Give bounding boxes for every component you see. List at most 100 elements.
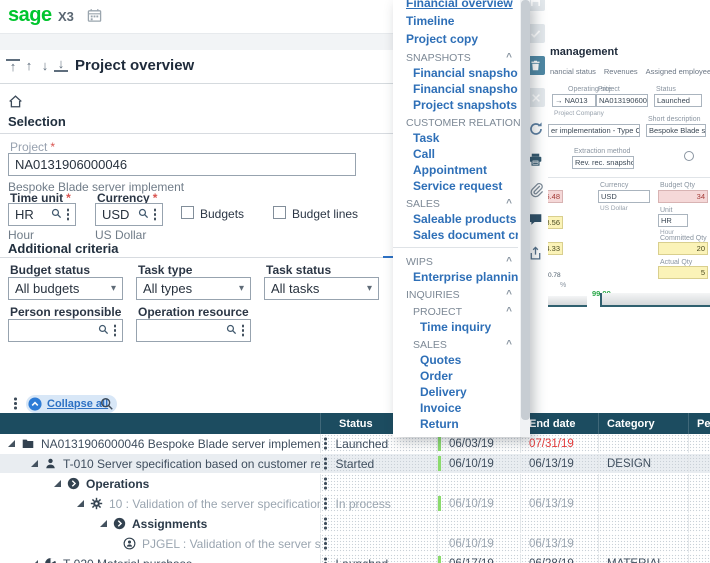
- menu-item-label: Call: [413, 147, 436, 161]
- menu-item-label: PROJECT: [413, 306, 463, 318]
- grid-menu-icon[interactable]: [14, 402, 17, 405]
- table-row[interactable]: Assignments: [0, 514, 710, 533]
- project-management-panel: management nancial status Revenues Assigne…: [543, 0, 710, 312]
- menu-section-project[interactable]: PROJECT ^: [393, 302, 518, 319]
- menu-item-project-copy[interactable]: Project copy: [393, 30, 518, 48]
- expander-icon[interactable]: [54, 480, 61, 487]
- end-date-cell: 06/28/19: [520, 554, 598, 563]
- row-menu-icon[interactable]: [324, 462, 327, 465]
- task-type-select[interactable]: All types ▾: [136, 277, 251, 300]
- field-menu-icon[interactable]: [241, 329, 244, 332]
- table-row[interactable]: NA0131906000046 Bespoke Blade server imp…: [0, 434, 710, 453]
- task-status-select[interactable]: All tasks ▾: [264, 277, 379, 300]
- table-row[interactable]: T-010 Server specification based on cust…: [0, 454, 710, 473]
- menu-item-order[interactable]: Order: [393, 368, 518, 384]
- menu-item-timeline[interactable]: Timeline: [393, 12, 518, 30]
- panel-tab[interactable]: Assigned employees: [646, 67, 710, 76]
- menu-item-label: Time inquiry: [420, 320, 492, 334]
- panel-tab[interactable]: nancial status: [550, 67, 596, 76]
- extraction-method-input[interactable]: Rev. rec. snapshot: [572, 156, 634, 169]
- time-unit-input[interactable]: HR: [8, 203, 76, 226]
- menu-item-financial-overview[interactable]: Financial overview: [393, 0, 518, 12]
- collapse-all-link[interactable]: Collapse all: [47, 398, 108, 410]
- expander-icon[interactable]: [31, 460, 38, 467]
- field-menu-icon[interactable]: [113, 329, 116, 332]
- status-label: In process: [335, 496, 391, 511]
- column-header-end-date[interactable]: End date: [520, 413, 598, 434]
- short-description-input[interactable]: Bespoke Blade server - T: [646, 124, 706, 137]
- field-menu-icon[interactable]: [153, 213, 156, 216]
- menu-item-sales-document-creation[interactable]: Sales document creation: [393, 227, 518, 243]
- menu-section-sales[interactable]: SALES ^: [393, 335, 518, 352]
- menu-item-project-snapshots[interactable]: Project snapshots: [393, 97, 518, 113]
- first-record-icon[interactable]: ↑: [6, 59, 20, 73]
- panel-status-input[interactable]: Launched: [654, 94, 702, 107]
- menu-section-inquiries[interactable]: INQUIRIES ^: [393, 285, 518, 302]
- description-input[interactable]: er implementation - Type C -: [548, 124, 640, 137]
- row-menu-icon[interactable]: [324, 522, 327, 525]
- menu-item-delivery[interactable]: Delivery: [393, 384, 518, 400]
- row-menu-icon[interactable]: [324, 482, 327, 485]
- menu-section-customer-relation[interactable]: CUSTOMER RELATION^: [393, 113, 526, 130]
- radio-button[interactable]: [684, 151, 694, 161]
- menu-section-wips[interactable]: WIPS ^: [393, 252, 518, 269]
- menu-item-enterprise-planning[interactable]: Enterprise planning: [393, 269, 518, 285]
- row-menu-icon[interactable]: [324, 502, 327, 505]
- menu-item-time-inquiry[interactable]: Time inquiry: [393, 319, 518, 335]
- expander-icon[interactable]: [100, 520, 107, 527]
- search-icon[interactable]: [138, 207, 149, 222]
- operation-resource-input[interactable]: [136, 319, 251, 342]
- operating-site-input[interactable]: → NA013: [552, 94, 596, 107]
- row-menu-icon[interactable]: [324, 442, 327, 445]
- menu-section-snapshots[interactable]: SNAPSHOTS ^: [393, 48, 518, 65]
- table-row[interactable]: T-020 Material purchase Launched 06/17/19 0…: [0, 554, 710, 563]
- column-header-pe[interactable]: Pe: [688, 413, 710, 434]
- budget-lines-checkbox[interactable]: [273, 206, 286, 219]
- panel-currency-input[interactable]: USD: [598, 190, 650, 203]
- menu-item-label: Appointment: [413, 163, 487, 177]
- search-icon[interactable]: [226, 323, 237, 338]
- menu-item-financial-snapshots[interactable]: Financial snapshots: [393, 65, 518, 81]
- home-icon[interactable]: [8, 94, 23, 109]
- previous-record-icon[interactable]: ↑: [22, 58, 36, 73]
- menu-item-invoice[interactable]: Invoice: [393, 400, 518, 416]
- menu-scrollbar-thumb[interactable]: [520, 0, 530, 420]
- menu-item-service-request[interactable]: Service request: [393, 178, 518, 194]
- calendar-icon[interactable]: [87, 8, 102, 23]
- next-record-icon[interactable]: ↓: [38, 58, 52, 73]
- row-menu-icon[interactable]: [324, 542, 327, 545]
- project-input[interactable]: NA0131906000046: [8, 153, 356, 176]
- expander-icon[interactable]: [8, 440, 15, 447]
- unit-input[interactable]: HR: [658, 214, 688, 227]
- menu-item-saleable-products[interactable]: Saleable products: [393, 211, 518, 227]
- menu-item-financial-snapshot-co[interactable]: Financial snapshot co...: [393, 81, 518, 97]
- expander-icon[interactable]: [77, 500, 84, 507]
- table-row[interactable]: PJGEL : Validation of the server specifi…: [0, 534, 710, 553]
- last-record-icon[interactable]: ↓: [54, 57, 68, 72]
- search-icon[interactable]: [98, 323, 109, 338]
- budget-status-select[interactable]: All budgets ▾: [8, 277, 123, 300]
- table-row[interactable]: 10 : Validation of the server specificat…: [0, 494, 710, 513]
- partial-yellow-value: 4.33: [548, 242, 563, 255]
- search-icon[interactable]: [51, 207, 62, 222]
- field-menu-icon[interactable]: [66, 213, 69, 216]
- budgets-checkbox[interactable]: [181, 206, 194, 219]
- menu-item-quotes[interactable]: Quotes: [393, 352, 518, 368]
- status-label: Launched: [336, 557, 389, 563]
- menu-item-appointment[interactable]: Appointment: [393, 162, 518, 178]
- table-row[interactable]: Operations: [0, 474, 710, 493]
- grid-search-icon[interactable]: [100, 397, 114, 411]
- panel-project-input[interactable]: NA0131906000046: [596, 94, 648, 107]
- menu-section-sales[interactable]: SALES ^: [393, 194, 518, 211]
- column-header[interactable]: [0, 413, 320, 434]
- panel-project-label: Project: [598, 86, 620, 93]
- column-header-category[interactable]: Category: [598, 413, 688, 434]
- project-field-label: Project *: [10, 140, 56, 154]
- panel-tab[interactable]: Revenues: [604, 67, 638, 76]
- menu-item-return[interactable]: Return: [393, 416, 518, 432]
- on-time-indicator: [438, 556, 441, 563]
- person-responsible-input[interactable]: [8, 319, 123, 342]
- menu-item-call[interactable]: Call: [393, 146, 518, 162]
- currency-input[interactable]: USD: [95, 203, 163, 226]
- menu-item-task[interactable]: Task: [393, 130, 518, 146]
